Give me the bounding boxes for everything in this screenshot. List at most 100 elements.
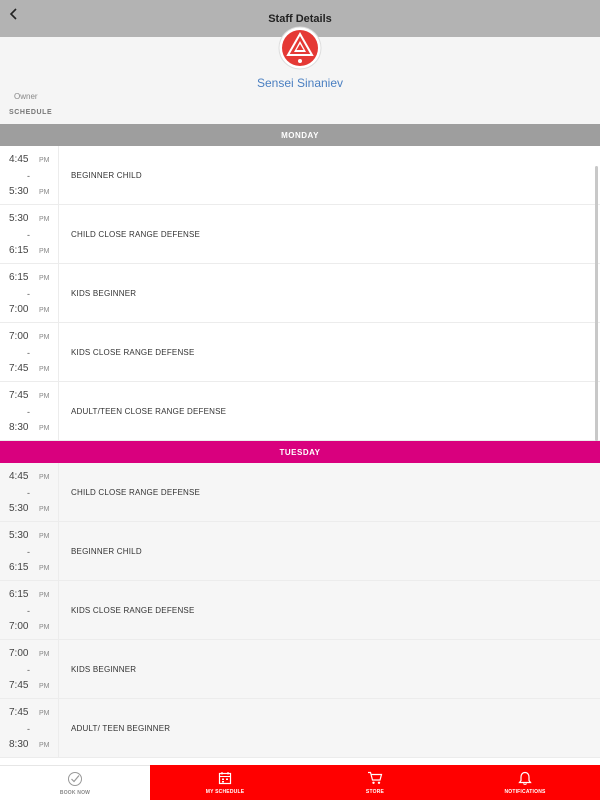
start-ampm: PM bbox=[39, 710, 50, 717]
end-ampm: PM bbox=[39, 366, 50, 373]
end-time: 6:15 bbox=[9, 245, 29, 256]
class-time: 7:00 PM - 7:45 PM bbox=[0, 640, 59, 698]
tab-notifications[interactable]: NOTIFICATIONS bbox=[450, 765, 600, 800]
start-ampm: PM bbox=[39, 592, 50, 599]
end-ampm: PM bbox=[39, 683, 50, 690]
class-name: CHILD CLOSE RANGE DEFENSE bbox=[71, 487, 201, 497]
start-ampm: PM bbox=[39, 275, 50, 282]
time-separator: - bbox=[27, 488, 30, 498]
class-time: 5:30 PM - 6:15 PM bbox=[0, 522, 59, 580]
start-time: 6:15 bbox=[9, 589, 29, 600]
time-separator: - bbox=[27, 407, 30, 417]
dojo-logo-icon bbox=[278, 26, 322, 70]
tab-label: MY SCHEDULE bbox=[205, 789, 245, 795]
start-time: 7:45 bbox=[9, 390, 29, 401]
start-ampm: PM bbox=[39, 651, 50, 658]
end-ampm: PM bbox=[39, 742, 50, 749]
class-row[interactable]: 7:00 PM - 7:45 PM KIDS CLOSE RANGE DEFENSE bbox=[0, 323, 600, 382]
class-time: 4:45 PM - 5:30 PM bbox=[0, 146, 59, 204]
calendar-icon bbox=[217, 770, 233, 786]
class-time: 6:15 PM - 7:00 PM bbox=[0, 264, 59, 322]
end-time: 8:30 bbox=[9, 739, 29, 750]
class-name: ADULT/TEEN CLOSE RANGE DEFENSE bbox=[71, 406, 227, 416]
end-time: 7:45 bbox=[9, 363, 29, 374]
class-time: 7:45 PM - 8:30 PM bbox=[0, 699, 59, 757]
staff-avatar bbox=[278, 26, 322, 70]
time-separator: - bbox=[27, 606, 30, 616]
tab-book-now[interactable]: BOOK NOW bbox=[0, 765, 150, 800]
start-time: 5:30 bbox=[9, 530, 29, 541]
end-ampm: PM bbox=[39, 506, 50, 513]
class-row[interactable]: 5:30 PM - 6:15 PM BEGINNER CHILD bbox=[0, 522, 600, 581]
time-separator: - bbox=[27, 230, 30, 240]
class-name: BEGINNER CHILD bbox=[71, 170, 142, 180]
start-ampm: PM bbox=[39, 334, 50, 341]
end-time: 5:30 bbox=[9, 186, 29, 197]
end-ampm: PM bbox=[39, 307, 50, 314]
class-row[interactable]: 4:45 PM - 5:30 PM CHILD CLOSE RANGE DEFENSE bbox=[0, 463, 600, 522]
start-time: 5:30 bbox=[9, 213, 29, 224]
cart-icon bbox=[367, 770, 383, 786]
class-name: ADULT/ TEEN BEGINNER bbox=[71, 723, 171, 733]
start-time: 7:45 bbox=[9, 707, 29, 718]
class-time: 7:45 PM - 8:30 PM bbox=[0, 382, 59, 440]
end-time: 7:45 bbox=[9, 680, 29, 691]
day-section-tuesday: TUESDAY 4:45 PM - 5:30 PM CHILD CLOSE RANGE D… bbox=[0, 441, 600, 758]
end-time: 8:30 bbox=[9, 422, 29, 433]
staff-name[interactable]: Sensei Sinaniev bbox=[0, 76, 600, 90]
class-row[interactable]: 6:15 PM - 7:00 PM KIDS BEGINNER bbox=[0, 264, 600, 323]
class-row[interactable]: 7:00 PM - 7:45 PM KIDS BEGINNER bbox=[0, 640, 600, 699]
staff-role: Owner bbox=[14, 92, 38, 101]
class-name: CHILD CLOSE RANGE DEFENSE bbox=[71, 229, 201, 239]
class-name: KIDS BEGINNER bbox=[71, 288, 137, 298]
tab-label: STORE bbox=[365, 789, 385, 795]
tab-label: BOOK NOW bbox=[59, 789, 91, 796]
time-separator: - bbox=[27, 547, 30, 557]
end-ampm: PM bbox=[39, 624, 50, 631]
end-ampm: PM bbox=[39, 565, 50, 572]
back-button[interactable] bbox=[4, 4, 24, 24]
start-ampm: PM bbox=[39, 157, 50, 164]
day-header: MONDAY bbox=[0, 124, 600, 146]
class-name: BEGINNER CHILD bbox=[71, 546, 142, 556]
day-section-monday: MONDAY 4:45 PM - 5:30 PM BEGINNER CHILD 5:30 PM… bbox=[0, 124, 600, 441]
time-separator: - bbox=[27, 724, 30, 734]
tab-store[interactable]: STORE bbox=[300, 765, 450, 800]
schedule-list[interactable]: MONDAY 4:45 PM - 5:30 PM BEGINNER CHILD 5:30 PM… bbox=[0, 124, 600, 765]
page-title: Staff Details bbox=[268, 12, 332, 25]
class-row[interactable]: 7:45 PM - 8:30 PM ADULT/ TEEN BEGINNER bbox=[0, 699, 600, 758]
class-time: 6:15 PM - 7:00 PM bbox=[0, 581, 59, 639]
day-header: TUESDAY bbox=[0, 441, 600, 463]
end-time: 7:00 bbox=[9, 304, 29, 315]
class-name: KIDS BEGINNER bbox=[71, 664, 137, 674]
schedule-section-label: SCHEDULE bbox=[9, 109, 53, 116]
time-separator: - bbox=[27, 348, 30, 358]
class-row[interactable]: 4:45 PM - 5:30 PM BEGINNER CHILD bbox=[0, 146, 600, 205]
class-time: 4:45 PM - 5:30 PM bbox=[0, 463, 59, 521]
start-time: 7:00 bbox=[9, 331, 29, 342]
end-ampm: PM bbox=[39, 189, 50, 196]
start-time: 4:45 bbox=[9, 154, 29, 165]
class-row[interactable]: 6:15 PM - 7:00 PM KIDS CLOSE RANGE DEFENSE bbox=[0, 581, 600, 640]
scrollbar[interactable] bbox=[595, 166, 598, 441]
time-separator: - bbox=[27, 171, 30, 181]
time-separator: - bbox=[27, 289, 30, 299]
start-time: 4:45 bbox=[9, 471, 29, 482]
class-name: KIDS CLOSE RANGE DEFENSE bbox=[71, 605, 195, 615]
start-ampm: PM bbox=[39, 216, 50, 223]
chevron-left-icon bbox=[9, 8, 17, 20]
tab-label: NOTIFICATIONS bbox=[504, 789, 546, 795]
class-row[interactable]: 7:45 PM - 8:30 PM ADULT/TEEN CLOSE RANGE DEFE… bbox=[0, 382, 600, 441]
end-time: 6:15 bbox=[9, 562, 29, 573]
class-name: KIDS CLOSE RANGE DEFENSE bbox=[71, 347, 195, 357]
end-time: 5:30 bbox=[9, 503, 29, 514]
tab-my-schedule[interactable]: MY SCHEDULE bbox=[150, 765, 300, 800]
time-separator: - bbox=[27, 665, 30, 675]
class-row[interactable]: 5:30 PM - 6:15 PM CHILD CLOSE RANGE DEFENSE bbox=[0, 205, 600, 264]
bottom-tab-bar: BOOK NOW MY SCHEDULE STORE NOTIFICATIONS bbox=[0, 765, 600, 800]
start-time: 7:00 bbox=[9, 648, 29, 659]
bell-icon bbox=[517, 770, 533, 786]
check-circle-icon bbox=[67, 771, 83, 787]
start-ampm: PM bbox=[39, 393, 50, 400]
end-ampm: PM bbox=[39, 248, 50, 255]
